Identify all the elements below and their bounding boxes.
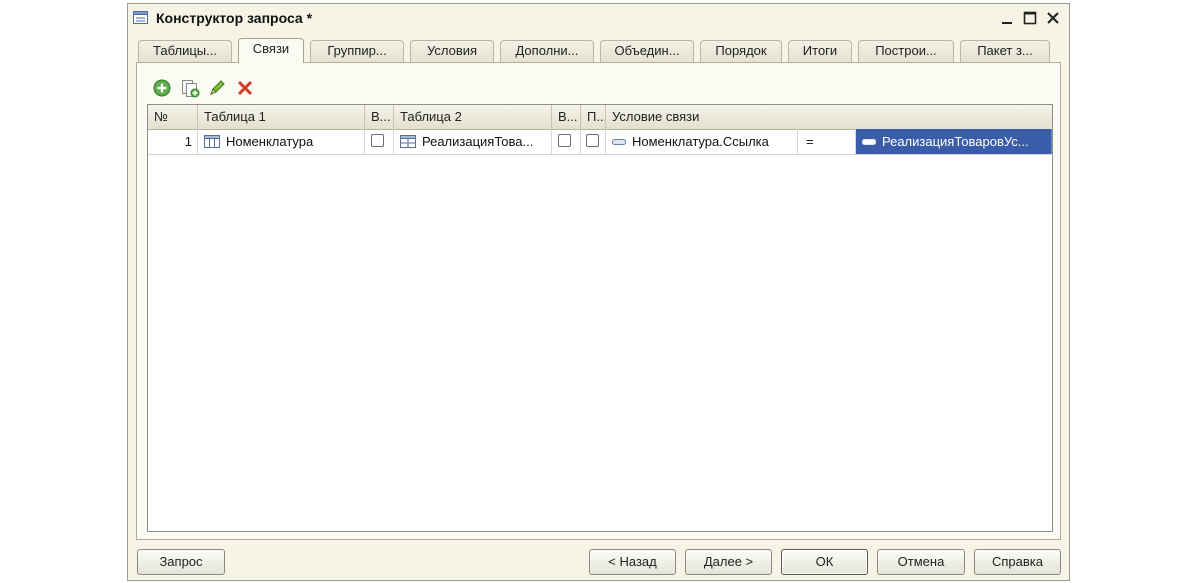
all1-checkbox[interactable] [371,134,384,147]
tab-totals[interactable]: Итоги [788,40,852,62]
add-icon [153,79,171,97]
next-button[interactable]: Далее > [685,549,772,575]
table2-cell[interactable]: РеализацияТова... [394,129,552,154]
tab-grouping[interactable]: Группир... [310,40,404,62]
help-button[interactable]: Справка [974,549,1061,575]
tab-tables[interactable]: Таблицы... [138,40,232,62]
arbitrary-cell [581,129,606,154]
right-field-cell[interactable]: РеализацияТоваровУс... [856,129,1052,154]
right-field-name: РеализацияТоваровУс... [882,134,1029,149]
copy-icon [182,80,200,98]
tab-builder[interactable]: Построи... [858,40,954,62]
table1-cell[interactable]: Номенклатура [198,129,365,154]
minimize-icon [1002,22,1012,24]
tab-strip: Таблицы... Связи Группир... Условия Допо… [136,38,1061,63]
copy-link-button[interactable] [179,77,201,99]
title-bar[interactable]: Конструктор запроса * [128,4,1069,32]
virtual-table-icon [400,135,416,149]
table2-name: РеализацияТова... [422,134,534,149]
maximize-button[interactable] [1019,7,1041,29]
query-button[interactable]: Запрос [137,549,225,575]
maximize-icon [1023,11,1037,25]
table1-name: Номенклатура [226,134,314,149]
add-link-button[interactable] [151,77,173,99]
close-button[interactable] [1042,7,1064,29]
query-builder-window: Конструктор запроса * Таблицы... Связи Г… [127,3,1070,581]
edit-link-button[interactable] [206,77,228,99]
edit-icon [210,80,225,95]
dialog-buttons: Запрос < Назад Далее > ОК Отмена Справка [128,546,1069,576]
tab-unions[interactable]: Объедин... [600,40,694,62]
ok-button[interactable]: ОК [781,549,868,575]
tab-links[interactable]: Связи [238,38,304,63]
operator-cell[interactable]: = [798,129,856,154]
field-icon [862,138,876,145]
field-icon [612,138,626,145]
all1-cell [365,129,394,154]
back-button[interactable]: < Назад [589,549,676,575]
row-number: 1 [148,129,198,154]
tab-advanced[interactable]: Дополни... [500,40,594,62]
window-title: Конструктор запроса * [156,10,313,26]
column-header-table2[interactable]: Таблица 2 [394,105,552,129]
tab-conditions[interactable]: Условия [410,40,494,62]
links-table[interactable]: № Таблица 1 В... Таблица 2 В... П... Усл… [147,104,1053,532]
left-field-name: Номенклатура.Ссылка [632,134,769,149]
column-header-arbitrary[interactable]: П... [581,105,606,129]
form-icon [133,11,148,24]
column-header-table1[interactable]: Таблица 1 [198,105,365,129]
table-icon [204,135,220,149]
delete-icon [237,80,253,96]
column-header-all2[interactable]: В... [552,105,581,129]
delete-link-button[interactable] [234,77,256,99]
cancel-button[interactable]: Отмена [877,549,965,575]
all2-checkbox[interactable] [558,134,571,147]
table-row[interactable]: 1 Номенклатура РеализацияТова... Номенкл… [148,129,1052,155]
column-header-condition[interactable]: Условие связи [606,105,1052,129]
all2-cell [552,129,581,154]
links-panel: № Таблица 1 В... Таблица 2 В... П... Усл… [136,62,1061,540]
close-icon [1047,12,1059,24]
table-header: № Таблица 1 В... Таблица 2 В... П... Усл… [148,105,1052,130]
column-header-all1[interactable]: В... [365,105,394,129]
arbitrary-checkbox[interactable] [586,134,599,147]
tab-batch[interactable]: Пакет з... [960,40,1050,62]
column-header-number[interactable]: № [148,105,198,129]
left-field-cell[interactable]: Номенклатура.Ссылка [606,129,798,154]
tab-order[interactable]: Порядок [700,40,782,62]
minimize-button[interactable] [996,7,1018,29]
